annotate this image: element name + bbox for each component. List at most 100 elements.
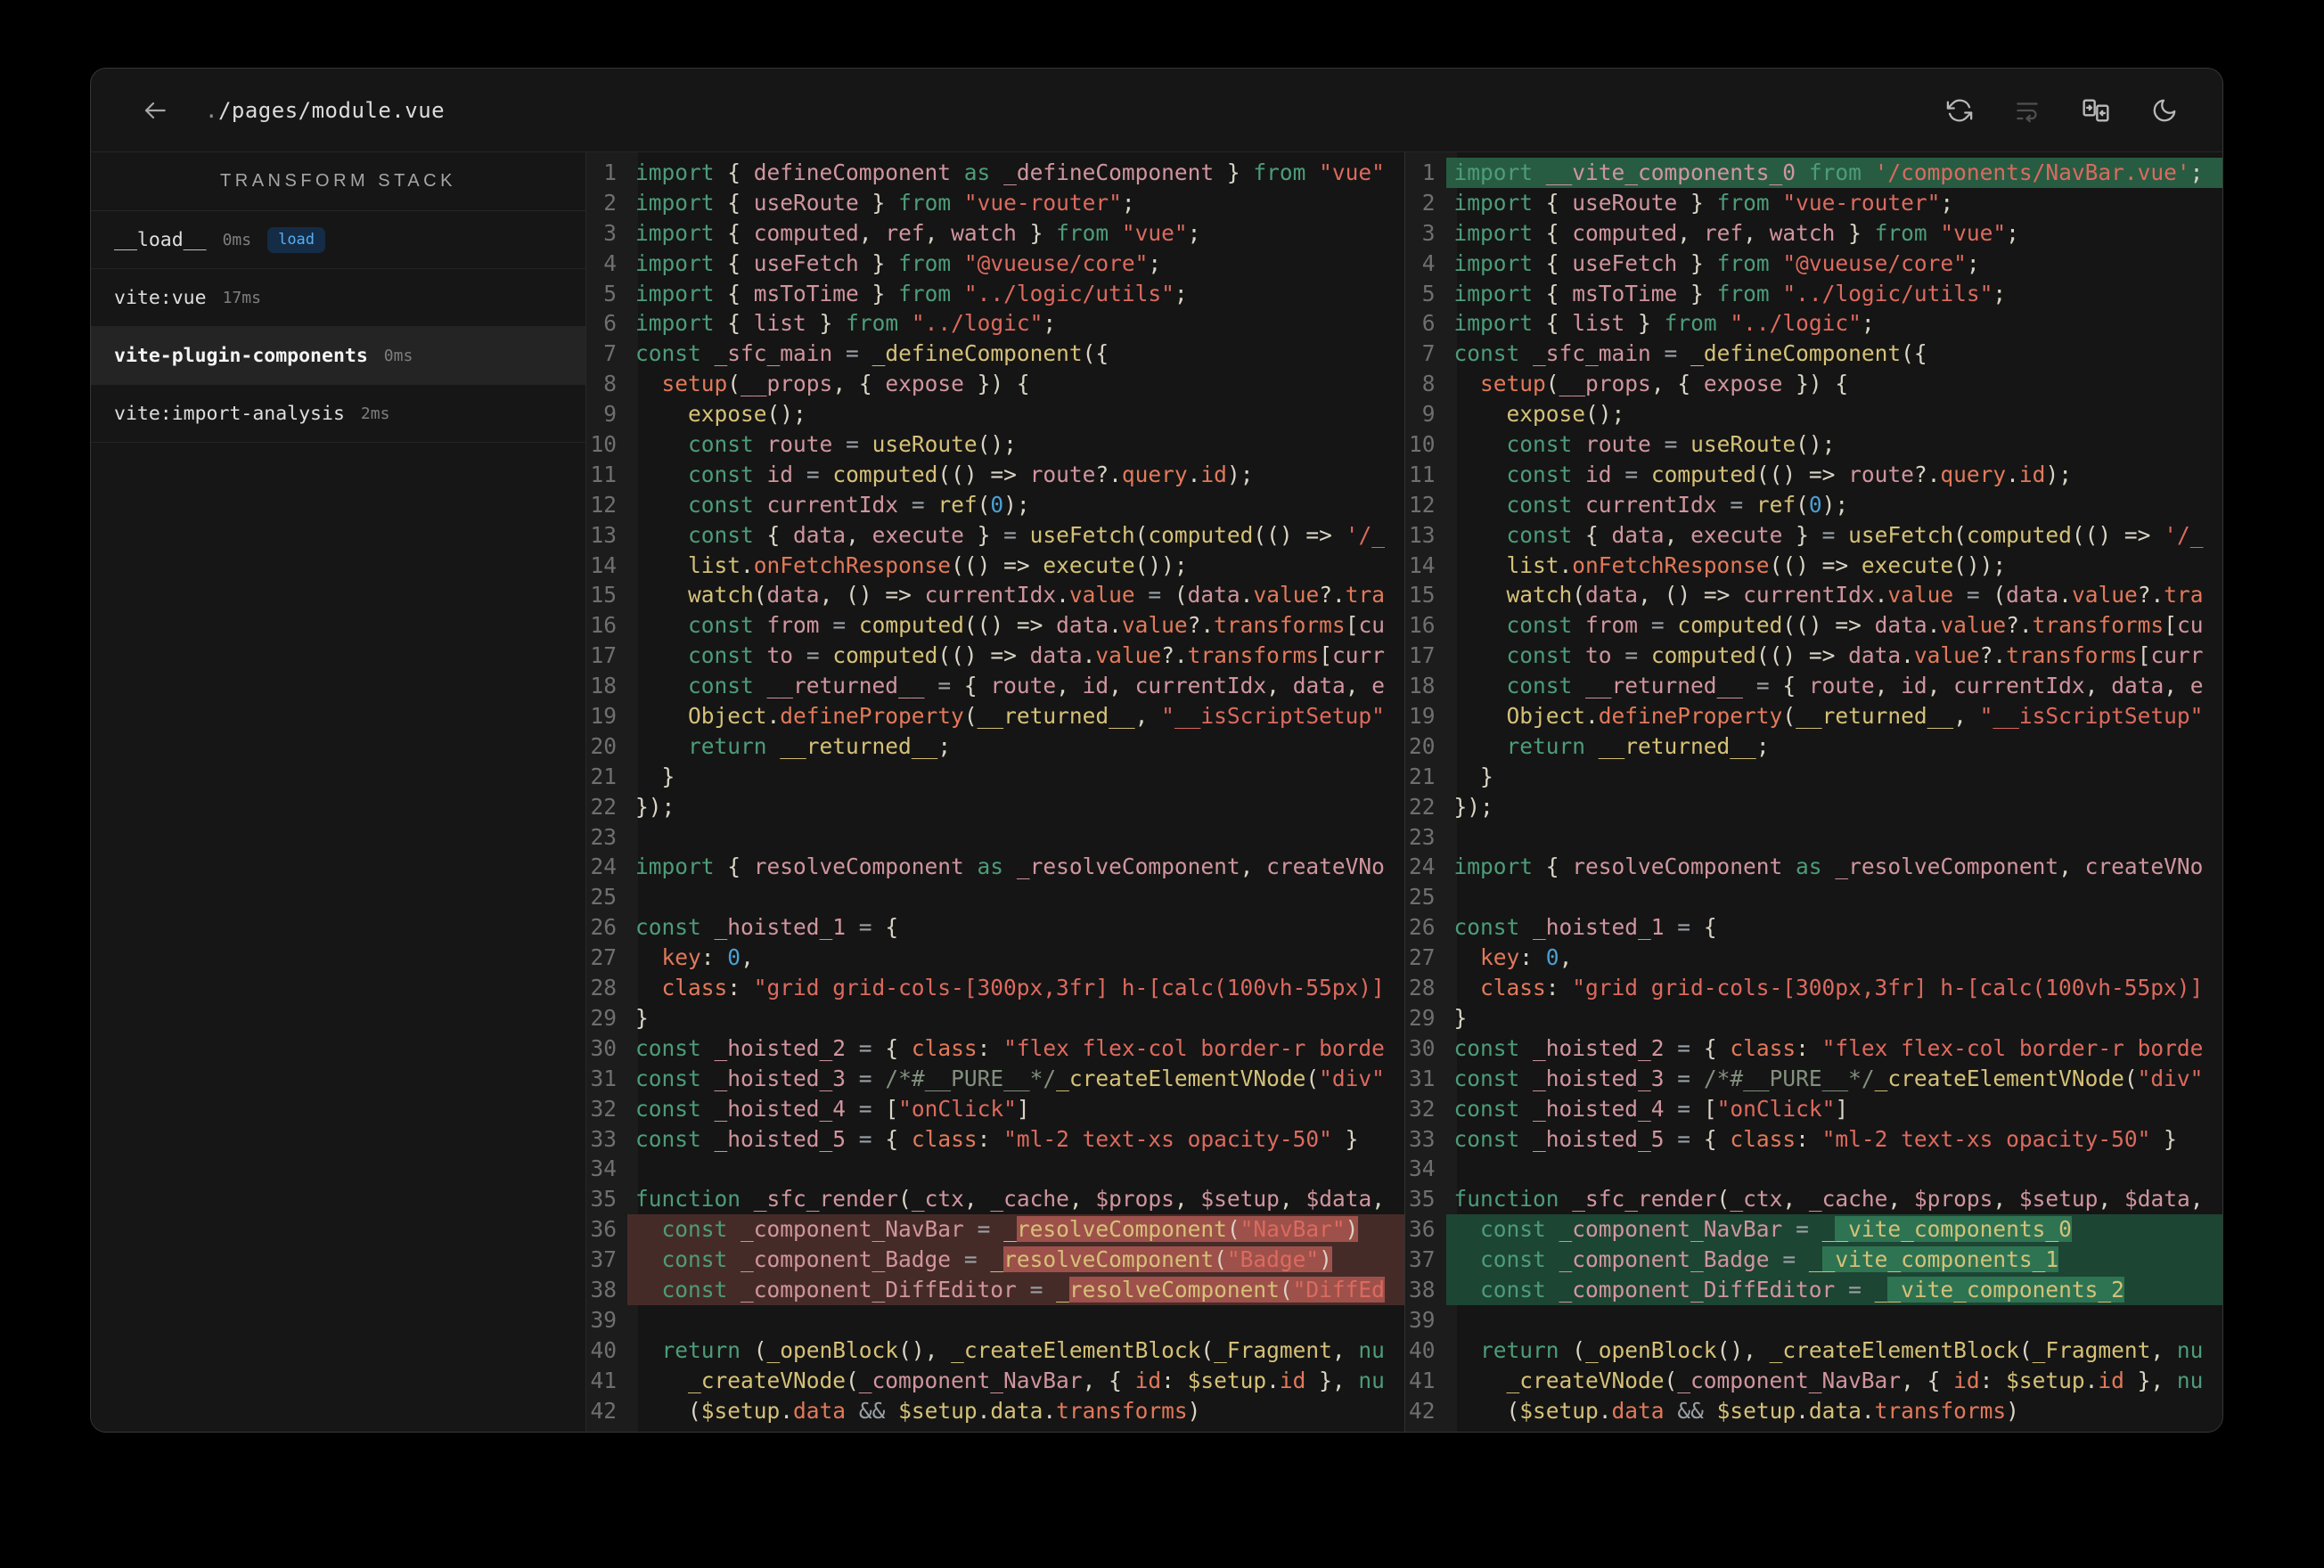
sidebar-item-load[interactable]: __load__ 0ms load bbox=[91, 211, 585, 269]
code-text: }); bbox=[1453, 793, 1493, 820]
line-number: 19 bbox=[590, 703, 617, 730]
code-line: 8 setup(__props, { expose }) { bbox=[1405, 369, 2223, 399]
line-number: 19 bbox=[1408, 703, 1436, 730]
code-text: } bbox=[1453, 1004, 1468, 1031]
code-line: 4 import { useFetch } from "@vueuse/core"… bbox=[586, 249, 1404, 279]
code-line: 17 const to = computed(() => data.value?… bbox=[1405, 641, 2223, 671]
line-number: 31 bbox=[590, 1065, 617, 1091]
code-text: const _hoisted_1 = { bbox=[635, 914, 899, 941]
code-text: const route = useRoute(); bbox=[1506, 431, 1836, 458]
code-text: const _hoisted_2 = { class: "flex flex-c… bbox=[1453, 1034, 2204, 1061]
code-text: _createVNode(_component_NavBar, { id: $s… bbox=[688, 1367, 1385, 1393]
code-text: const __returned__ = { route, id, curren… bbox=[1506, 673, 2204, 699]
diff-panel-before[interactable]: 1 import { defineComponent as _defineComp… bbox=[586, 152, 1404, 1432]
code-text: import { defineComponent as _defineCompo… bbox=[635, 159, 1385, 185]
code-line: 41 _createVNode(_component_NavBar, { id:… bbox=[1405, 1366, 2223, 1396]
line-number: 8 bbox=[1421, 371, 1436, 397]
diff-panel-after[interactable]: 1 import __vite_components_0 from '/compo… bbox=[1403, 152, 2223, 1432]
code-line: 7 const _sfc_main = _defineComponent({ bbox=[1405, 339, 2223, 369]
line-number: 3 bbox=[1421, 219, 1436, 246]
code-line: 35 function _sfc_render(_ctx, _cache, $pr… bbox=[1405, 1184, 2223, 1214]
code-line: 3 import { computed, ref, watch } from "v… bbox=[1405, 218, 2223, 249]
code-line: 7 const _sfc_main = _defineComponent({ bbox=[586, 339, 1404, 369]
code-text: import { msToTime } from "../logic/utils… bbox=[1453, 280, 2007, 306]
code-line: 16 const from = computed(() => data.valu… bbox=[586, 610, 1404, 641]
code-text: import { computed, ref, watch } from "vu… bbox=[635, 219, 1201, 246]
code-text: const _hoisted_1 = { bbox=[1453, 914, 1717, 941]
side-by-side-diff-icon bbox=[2083, 98, 2109, 122]
line-number: 12 bbox=[590, 491, 617, 518]
code-text: setup(__props, { expose }) { bbox=[1480, 371, 1849, 397]
line-number: 23 bbox=[590, 823, 617, 850]
code-text: const _component_Badge = __vite_componen… bbox=[1445, 1245, 2222, 1275]
code-line: 31 const _hoisted_3 = /*#__PURE__*/_creat… bbox=[586, 1064, 1404, 1094]
code-line: 28 class: "grid grid-cols-[300px,3fr] h-… bbox=[1405, 973, 2223, 1003]
plugin-name: vite:vue bbox=[114, 286, 207, 309]
code-text: const to = computed(() => data.value?.tr… bbox=[688, 642, 1385, 669]
code-line: 27 key: 0, bbox=[586, 943, 1404, 973]
line-number: 21 bbox=[590, 763, 617, 789]
dark-mode-toggle[interactable] bbox=[2148, 94, 2181, 127]
line-number: 37 bbox=[1408, 1246, 1436, 1273]
line-number: 30 bbox=[1408, 1034, 1436, 1061]
code-text: const __returned__ = { route, id, curren… bbox=[688, 673, 1385, 699]
line-number: 5 bbox=[603, 280, 617, 306]
code-text: return (_openBlock(), _createElementBloc… bbox=[1480, 1336, 2204, 1363]
code-line: 13 const { data, execute } = useFetch(co… bbox=[586, 520, 1404, 551]
code-text: } bbox=[1453, 763, 1493, 789]
code-text: const { data, execute } = useFetch(compu… bbox=[1506, 521, 2204, 548]
line-number: 18 bbox=[590, 673, 617, 699]
code-text: }); bbox=[635, 793, 675, 820]
code-text: const to = computed(() => data.value?.tr… bbox=[1506, 642, 2204, 669]
code-text: const _hoisted_3 = /*#__PURE__*/_createE… bbox=[1453, 1065, 2204, 1091]
code-text: const currentIdx = ref(0); bbox=[1506, 491, 1849, 518]
transform-stack-title: TRANSFORM STACK bbox=[91, 152, 585, 211]
back-button[interactable] bbox=[137, 93, 173, 128]
code-text: import { resolveComponent as _resolveCom… bbox=[635, 853, 1385, 880]
code-line: 26 const _hoisted_1 = { bbox=[1405, 912, 2223, 943]
transform-stack-sidebar: TRANSFORM STACK __load__ 0ms load vite:vue 1… bbox=[91, 152, 586, 1432]
code-line: 11 const id = computed(() => route?.quer… bbox=[586, 460, 1404, 490]
code-text: const _hoisted_4 = ["onClick"] bbox=[1453, 1095, 1849, 1122]
code-line: 34 bbox=[586, 1154, 1404, 1184]
sidebar-item-vite-vue[interactable]: vite:vue 17ms bbox=[91, 269, 585, 327]
line-wrap-toggle[interactable] bbox=[2010, 94, 2044, 127]
inspect-window: ./pages/module.vue TRANSFORM STACK __loa… bbox=[90, 68, 2223, 1433]
line-number: 11 bbox=[590, 461, 617, 487]
plugin-name: __load__ bbox=[114, 228, 207, 251]
line-number: 21 bbox=[1408, 763, 1436, 789]
code-text: return __returned__; bbox=[1506, 732, 1770, 759]
refresh-button[interactable] bbox=[1943, 94, 1976, 127]
code-line: 40 return (_openBlock(), _createElementB… bbox=[586, 1335, 1404, 1366]
line-number: 32 bbox=[1408, 1095, 1436, 1122]
line-number: 24 bbox=[590, 853, 617, 880]
sidebar-item-vite-plugin-components[interactable]: vite-plugin-components 0ms bbox=[91, 327, 585, 385]
code-text: const _sfc_main = _defineComponent({ bbox=[635, 340, 1109, 367]
line-number: 38 bbox=[1408, 1276, 1436, 1303]
line-number: 6 bbox=[603, 310, 617, 337]
code-line: 18 const __returned__ = { route, id, cur… bbox=[1405, 671, 2223, 701]
sidebar-item-vite-import-analysis[interactable]: vite:import-analysis 2ms bbox=[91, 385, 585, 443]
code-text: key: 0, bbox=[1480, 944, 1573, 971]
code-text: const _hoisted_5 = { class: "ml-2 text-x… bbox=[1453, 1125, 2177, 1152]
line-number: 40 bbox=[1408, 1336, 1436, 1363]
code-line: 6 import { list } from "../logic"; bbox=[586, 308, 1404, 339]
line-number: 3 bbox=[603, 219, 617, 246]
code-line: 1 import { defineComponent as _defineComp… bbox=[586, 158, 1404, 188]
line-number: 20 bbox=[590, 732, 617, 759]
line-number: 41 bbox=[590, 1367, 617, 1393]
line-number: 4 bbox=[1421, 249, 1436, 276]
code-text: import { useRoute } from "vue-router"; bbox=[1453, 189, 1954, 216]
code-line: 12 const currentIdx = ref(0); bbox=[1405, 490, 2223, 520]
code-text: class: "grid grid-cols-[300px,3fr] h-[ca… bbox=[1480, 975, 2204, 1001]
code-line: 29} bbox=[1405, 1003, 2223, 1033]
line-number: 9 bbox=[1421, 401, 1436, 428]
line-number: 10 bbox=[590, 431, 617, 458]
line-number: 10 bbox=[1408, 431, 1436, 458]
code-line: 17 const to = computed(() => data.value?… bbox=[586, 641, 1404, 671]
line-number: 38 bbox=[590, 1276, 617, 1303]
diff-view-toggle[interactable] bbox=[2078, 93, 2114, 128]
